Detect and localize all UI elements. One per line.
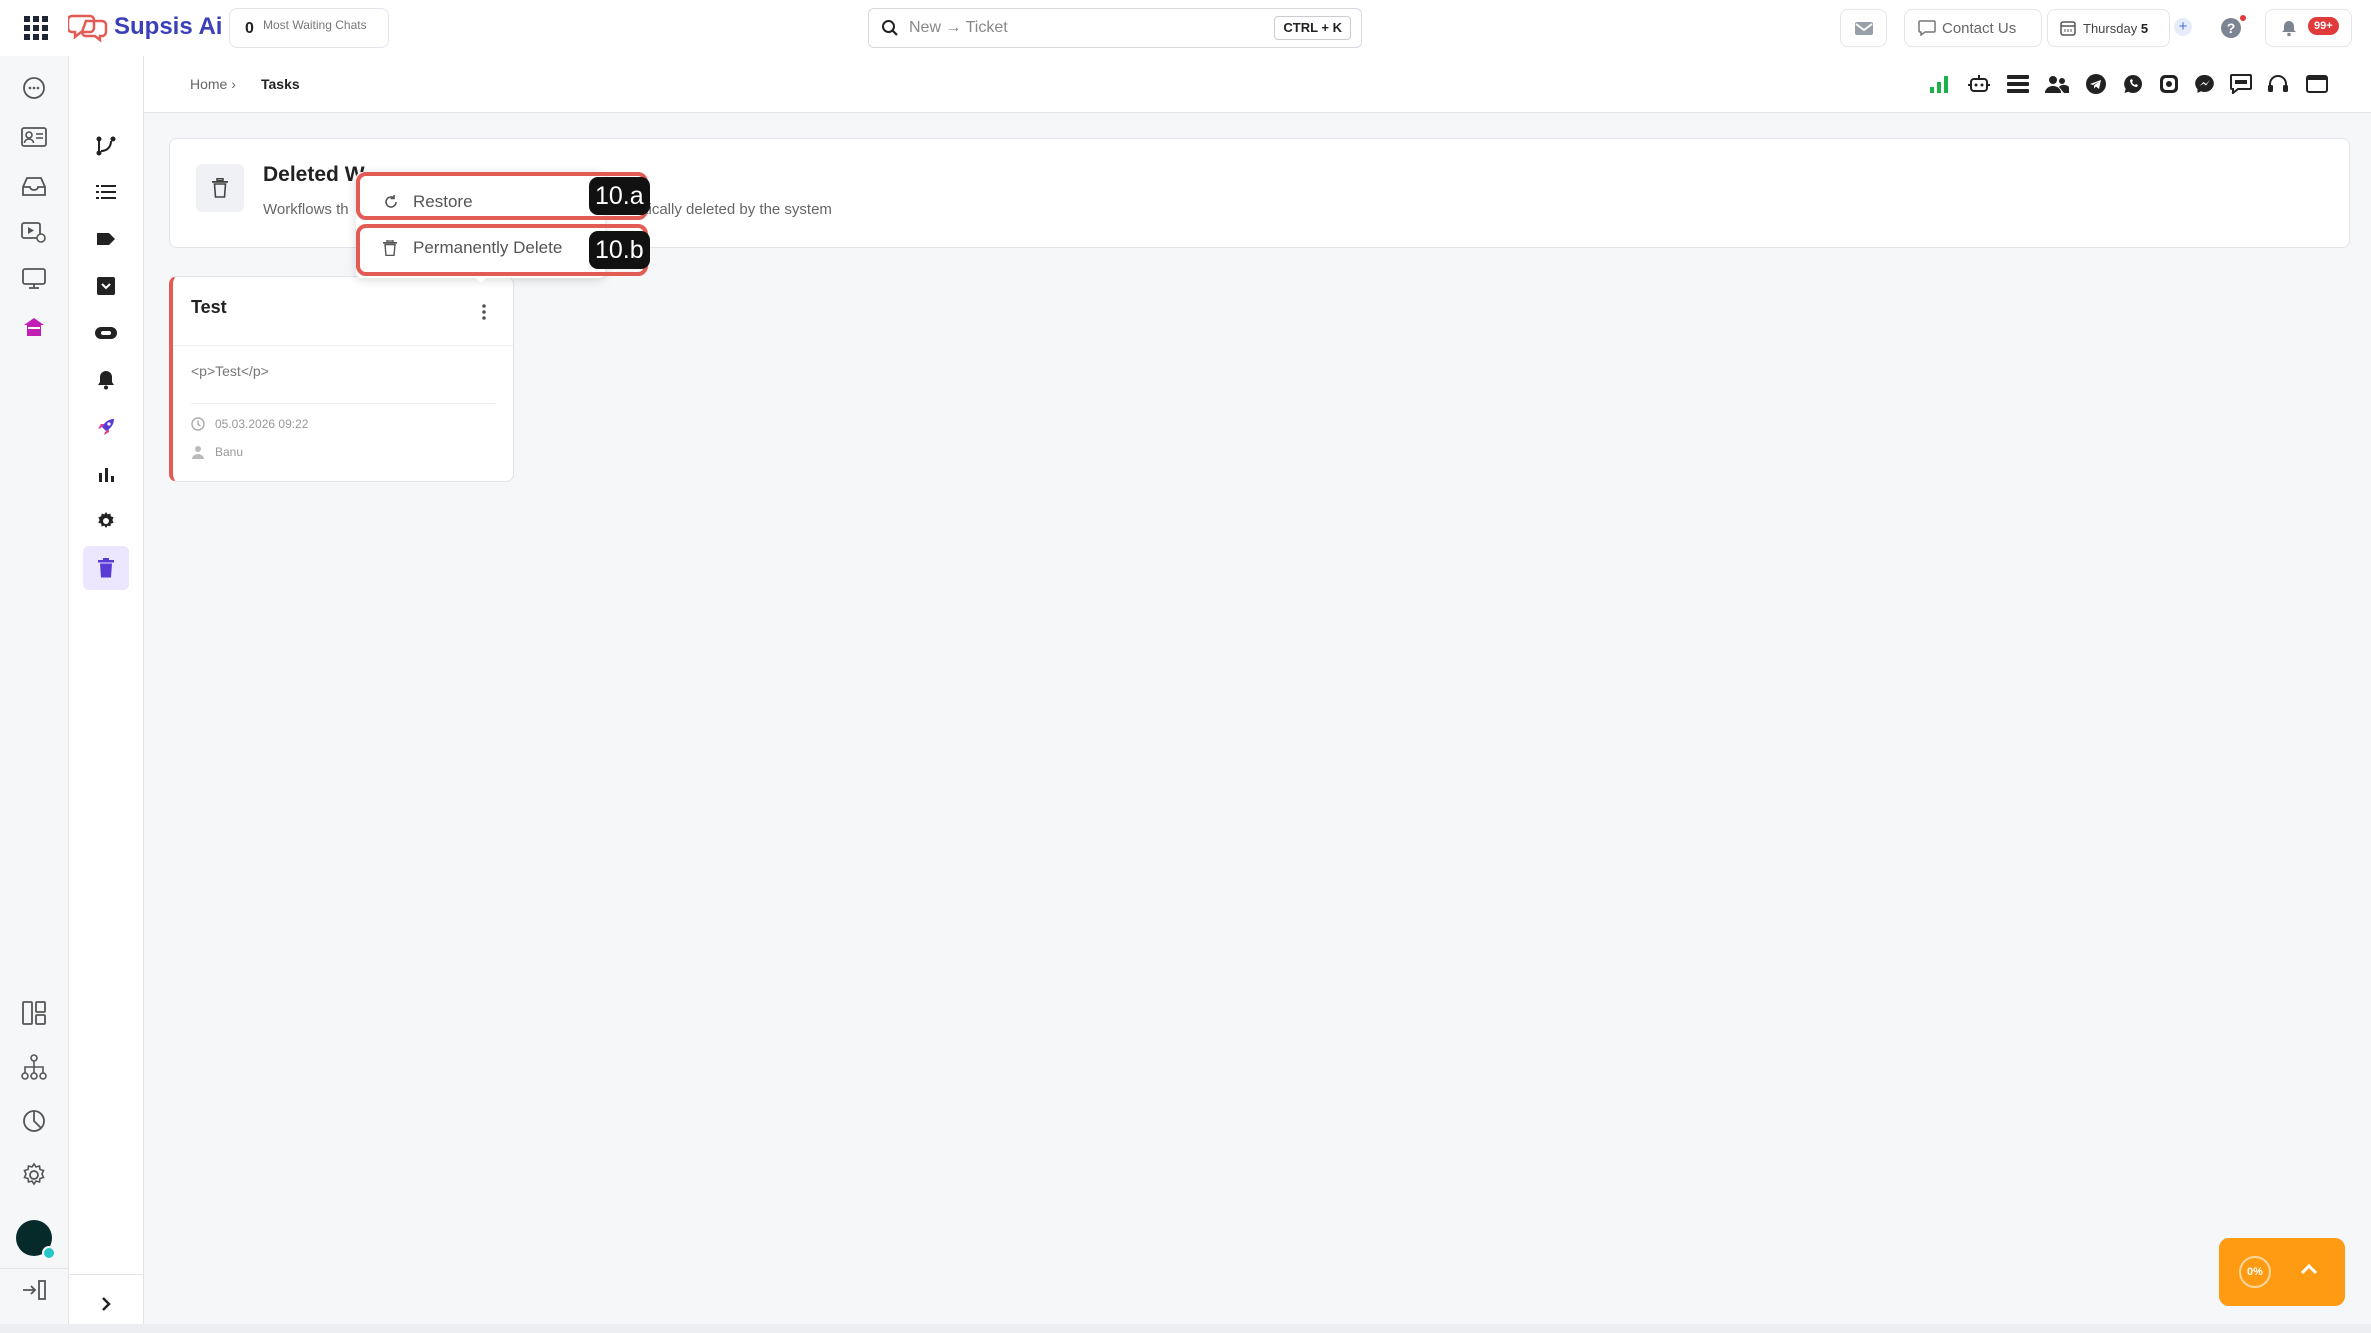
annotation-badge-a: 10.a xyxy=(589,177,650,215)
window-icon[interactable] xyxy=(2305,72,2329,96)
tag-icon[interactable] xyxy=(83,217,129,261)
avatar[interactable] xyxy=(16,1220,56,1260)
instagram-icon[interactable] xyxy=(2157,72,2181,96)
messenger-icon[interactable] xyxy=(2193,72,2217,96)
left-rail xyxy=(0,56,69,1324)
page-subtitle-right: atically deleted by the system xyxy=(636,201,832,218)
subnav-divider xyxy=(69,1274,143,1275)
waiting-label: Most Waiting Chats xyxy=(263,18,367,32)
menu-caret xyxy=(474,276,488,283)
svg-text:?: ? xyxy=(2227,20,2236,36)
online-status-dot xyxy=(42,1246,56,1260)
clock-icon xyxy=(191,417,205,431)
more-options-icon[interactable] xyxy=(473,299,495,325)
chat-bubbles-logo-icon xyxy=(68,14,108,42)
contacts-icon[interactable] xyxy=(18,121,50,153)
breadcrumb-current: Tasks xyxy=(261,76,300,92)
calendar-icon xyxy=(2060,21,2076,36)
contact-us-button[interactable]: Contact Us xyxy=(1904,9,2042,47)
inbox-button[interactable] xyxy=(1840,9,1887,47)
monitor-icon[interactable] xyxy=(18,263,50,295)
search-icon xyxy=(882,20,898,36)
contact-us-label: Contact Us xyxy=(1942,20,2017,37)
list-icon[interactable] xyxy=(83,170,129,214)
users-icon[interactable] xyxy=(2045,72,2069,96)
top-bar: Supsis Ai 0 Most Waiting Chats New → Tic… xyxy=(0,0,2371,57)
user-icon xyxy=(192,446,204,459)
task-user: Banu xyxy=(191,445,243,459)
bell-icon xyxy=(2282,21,2296,37)
expand-chevron-icon[interactable] xyxy=(83,1282,129,1326)
logout-icon[interactable] xyxy=(18,1274,50,1306)
bottom-edge xyxy=(0,1324,2371,1333)
page-title: Deleted W xyxy=(263,163,365,186)
help-icon: ? xyxy=(2221,18,2241,38)
date-day: Thursday xyxy=(2083,21,2138,36)
card-divider xyxy=(173,345,513,346)
trash-nav-item-active[interactable] xyxy=(83,546,129,590)
progress-percent: 0% xyxy=(2247,1266,2263,1278)
archive-box-icon[interactable] xyxy=(83,264,129,308)
apps-grid-icon[interactable] xyxy=(22,14,50,42)
search-placeholder: New → Ticket xyxy=(909,19,1008,36)
trash-header-icon xyxy=(196,164,244,212)
bell-icon[interactable] xyxy=(83,358,129,402)
task-description: <p>Test</p> xyxy=(191,363,269,379)
waiting-count: 0 xyxy=(245,20,254,37)
task-title: Test xyxy=(191,297,227,317)
brand-logo[interactable]: Supsis Ai xyxy=(68,12,222,42)
task-card[interactable]: Test <p>Test</p> 05.03.2026 09:22 Banu xyxy=(169,276,514,482)
chevron-up-icon[interactable] xyxy=(2299,1262,2319,1276)
dashboard-layout-icon[interactable] xyxy=(18,997,50,1029)
telegram-icon[interactable] xyxy=(2084,72,2108,96)
workflow-home-icon[interactable] xyxy=(18,311,50,343)
server-list-icon[interactable] xyxy=(2006,72,2030,96)
rail-divider xyxy=(0,1268,68,1269)
task-user-text: Banu xyxy=(215,445,244,459)
rocket-icon[interactable] xyxy=(83,405,129,449)
secondary-sidebar xyxy=(69,56,144,1324)
breadcrumb: Home › Tasks xyxy=(144,56,2371,113)
task-date-text: 05.03.2026 09:22 xyxy=(215,417,309,431)
bot-icon[interactable] xyxy=(1967,72,1991,96)
card-divider xyxy=(191,403,495,404)
notification-badge: 99+ xyxy=(2308,17,2339,35)
settings-gear-icon[interactable] xyxy=(18,1159,50,1191)
progress-ring: 0% xyxy=(2239,1256,2271,1288)
reports-pie-icon[interactable] xyxy=(18,1105,50,1137)
gear-icon[interactable] xyxy=(83,499,129,543)
org-chart-icon[interactable] xyxy=(18,1051,50,1083)
help-button[interactable]: ? xyxy=(2216,13,2246,43)
brand-name: Supsis Ai xyxy=(114,13,223,40)
chats-icon[interactable] xyxy=(18,72,50,104)
inbox-tray-icon[interactable] xyxy=(18,170,50,202)
signal-bars-icon[interactable] xyxy=(1928,72,1952,96)
help-dot xyxy=(2240,15,2246,21)
progress-widget[interactable]: 0% xyxy=(2219,1238,2345,1306)
page-subtitle-left: Workflows th xyxy=(263,201,349,218)
date-button[interactable]: Thursday 5 + xyxy=(2047,9,2192,47)
date-number: 5 xyxy=(2140,21,2149,36)
annotation-badge-b: 10.b xyxy=(589,231,650,269)
trash-icon xyxy=(98,558,114,578)
workflow-editor-icon[interactable] xyxy=(83,124,129,168)
search-shortcut: CTRL + K xyxy=(1274,16,1351,40)
add-icon[interactable]: + xyxy=(2174,18,2192,36)
notifications-button[interactable]: 99+ xyxy=(2265,9,2352,47)
media-settings-icon[interactable] xyxy=(18,216,50,248)
breadcrumb-home[interactable]: Home › xyxy=(190,76,236,92)
bar-chart-icon[interactable] xyxy=(83,452,129,496)
headset-icon[interactable] xyxy=(2266,72,2290,96)
search-input[interactable]: New → Ticket CTRL + K xyxy=(868,8,1362,48)
chat-icon xyxy=(1918,20,1936,36)
toggle-pill-icon[interactable] xyxy=(83,311,129,355)
whatsapp-icon[interactable] xyxy=(2121,72,2145,96)
sms-icon[interactable] xyxy=(2229,72,2253,96)
most-waiting-chats[interactable]: 0 Most Waiting Chats xyxy=(229,8,389,48)
task-date: 05.03.2026 09:22 xyxy=(191,417,308,431)
mail-icon xyxy=(1854,22,1873,35)
